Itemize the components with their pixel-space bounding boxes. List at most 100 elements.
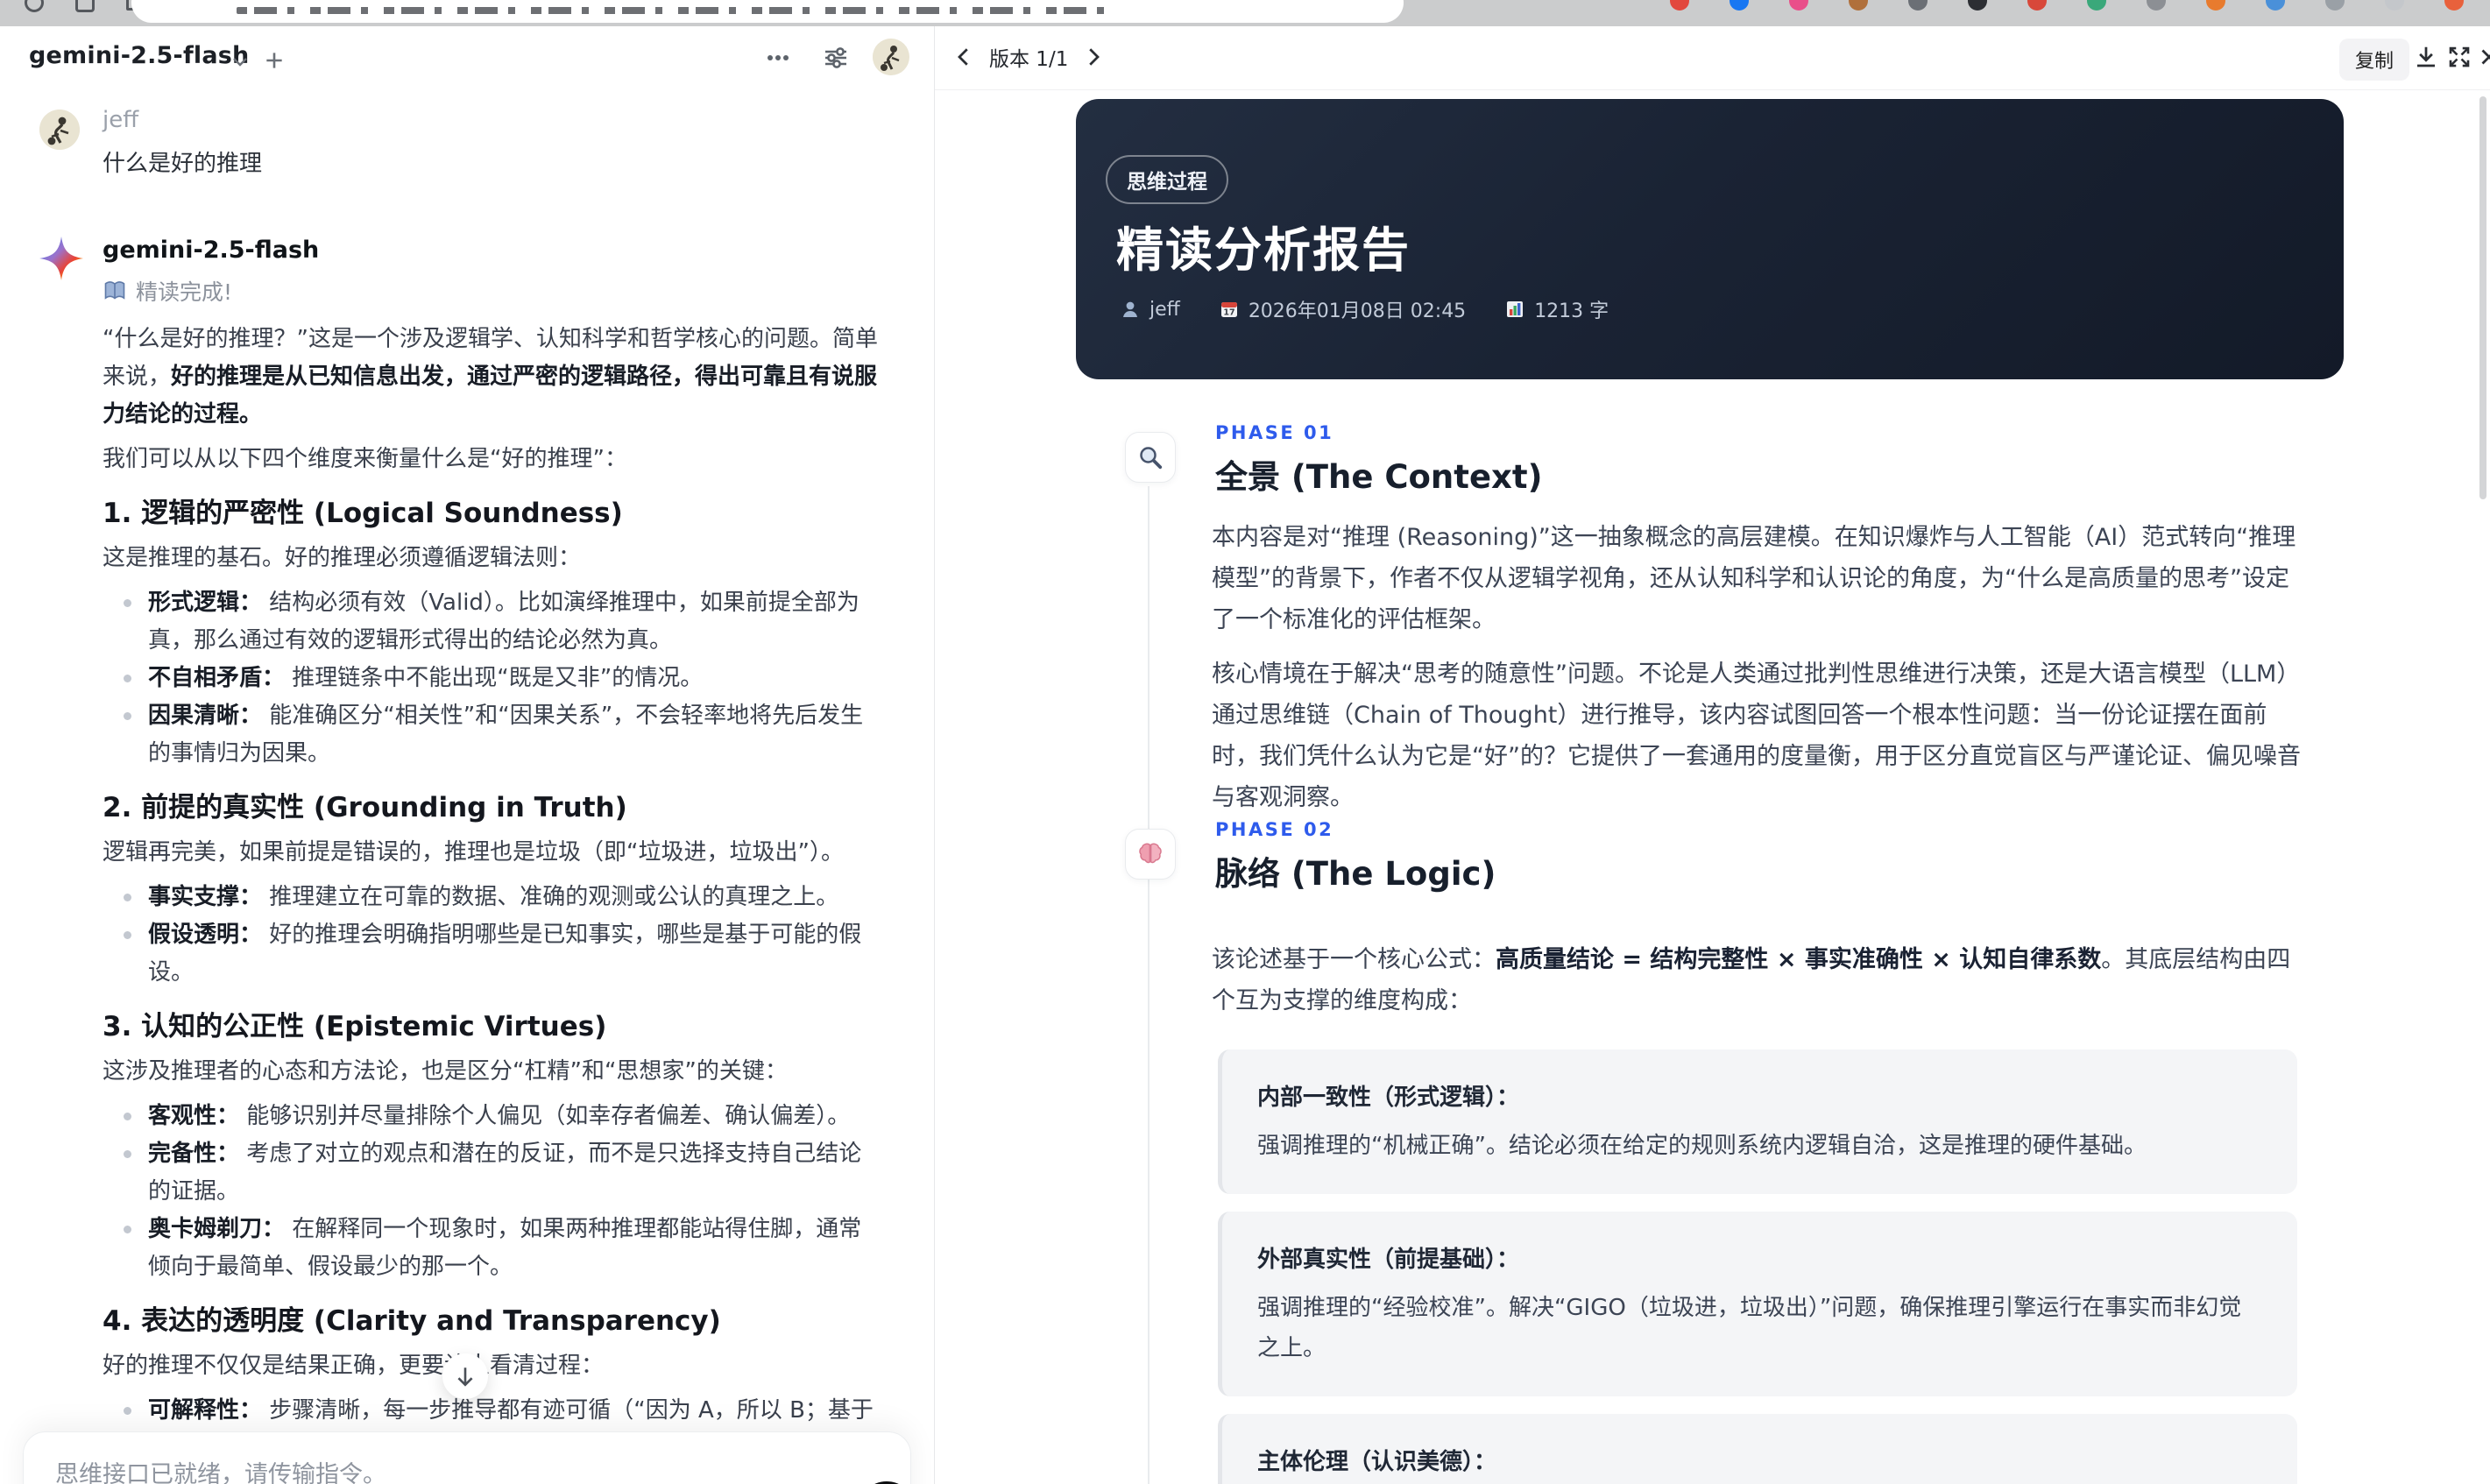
composer-placeholder[interactable]: 思维接口已就绪，请传输指令。 bbox=[55, 1455, 386, 1484]
bullet-item: 奥卡姆剃刀： 在解释同一个现象时，如果两种推理都能站得住脚，通常倾向于最简单、假… bbox=[103, 1211, 884, 1286]
chat-panel: gemini-2.5-flash jeff 什么是好的推理 gemini-2.5… bbox=[0, 26, 934, 1484]
message-paragraph: 我们可以从以下四个维度来衡量什么是“好的推理”： bbox=[103, 446, 627, 472]
version-nav: 版本 1/1 bbox=[951, 42, 1107, 72]
book-icon bbox=[104, 281, 125, 300]
bar-chart-icon bbox=[1507, 301, 1524, 317]
user-message-author: jeff bbox=[103, 107, 139, 133]
report-word-count: 1213 字 bbox=[1504, 295, 1609, 323]
extension-icon[interactable] bbox=[1789, 0, 1808, 11]
svg-text:17: 17 bbox=[1223, 308, 1234, 318]
dimension-card-title: 内部一致性（形式逻辑）： bbox=[1257, 1085, 1520, 1111]
bullet-item: 因果清晰： 能准确区分“相关性”和“因果关系”，不会轻率地将先后发生的事情归为因… bbox=[103, 697, 884, 773]
extension-icon[interactable] bbox=[2325, 0, 2345, 11]
copy-button[interactable]: 复制 bbox=[2338, 39, 2409, 81]
user-message-avatar bbox=[39, 110, 80, 150]
download-icon[interactable] bbox=[2413, 44, 2439, 70]
phase2-icon-card bbox=[1125, 829, 1176, 880]
browser-apps-icon[interactable] bbox=[75, 0, 95, 12]
report-author: jeff bbox=[1120, 299, 1180, 321]
message-paragraph: 好的推理不仅仅是结果正确，更要让人看清过程： bbox=[103, 1353, 605, 1379]
phase1-paragraph-1: 本内容是对“推理 (Reasoning)”这一抽象概念的高层建模。在知识爆炸与人… bbox=[1212, 524, 2296, 633]
section-heading: 1. 逻辑的严密性 (Logical Soundness) bbox=[103, 498, 623, 529]
user-avatar[interactable] bbox=[873, 39, 909, 75]
section-heading: 3. 认知的公正性 (Epistemic Virtues) bbox=[103, 1011, 607, 1042]
phase1-paragraph-2: 核心情境在于解决“思考的随意性”问题。不论是人类通过批判性思维进行决策，还是大语… bbox=[1212, 661, 2301, 811]
extension-icon[interactable] bbox=[2027, 0, 2047, 11]
dimension-card-title: 主体伦理（认识美德）： bbox=[1257, 1449, 1497, 1475]
browser-url-text bbox=[237, 7, 1113, 14]
new-chat-plus-icon[interactable] bbox=[263, 49, 286, 72]
dimension-card: 内部一致性（形式逻辑）： 强调推理的“机械正确”。结论必须在给定的规则系统内逻辑自… bbox=[1218, 1049, 2297, 1194]
browser-omnibox[interactable] bbox=[131, 0, 1404, 23]
calendar-icon: 17 bbox=[1220, 302, 1237, 318]
phase1-title: 全景 (The Context) bbox=[1215, 458, 1543, 496]
close-icon[interactable] bbox=[2476, 44, 2490, 70]
phase-timeline bbox=[1148, 486, 1150, 1484]
dimension-card: 外部真实性（前提基础）： 强调推理的“经验校准”。解决“GIGO（垃圾进，垃圾出）… bbox=[1218, 1212, 2297, 1396]
extension-icon[interactable] bbox=[2087, 0, 2106, 11]
dimension-cards: 内部一致性（形式逻辑）： 强调推理的“机械正确”。结论必须在给定的规则系统内逻辑自… bbox=[1218, 1049, 2297, 1484]
assistant-message-body: “什么是好的推理？”这是一个涉及逻辑学、认知科学和哲学核心的问题。简单来说，好的… bbox=[103, 321, 884, 1474]
extension-icon[interactable] bbox=[1670, 0, 1689, 11]
report-meta: jeff 17 2026年01月08日 02:45 1213 字 bbox=[1120, 295, 1609, 323]
scroll-to-bottom-button[interactable] bbox=[442, 1353, 488, 1399]
bullet-item: 形式逻辑： 结构必须有效（Valid）。比如演绎推理中，如果前提全部为真，那么通… bbox=[103, 584, 884, 660]
sliders-icon[interactable] bbox=[822, 44, 850, 72]
message-paragraph: 这涉及推理者的心态和方法论，也是区分“杠精”和“思想家”的关键： bbox=[103, 1058, 788, 1085]
bullet-item: 完备性： 考虑了对立的观点和潜在的反证，而不是只选择支持自己结论的证据。 bbox=[103, 1135, 884, 1211]
phase2-label: PHASE 02 bbox=[1215, 819, 1334, 840]
hero-badge: 思维过程 bbox=[1106, 155, 1228, 204]
bullet-item: 客观性： 能够识别并尽量排除个人偏见（如幸存者偏差、确认偏差）。 bbox=[103, 1098, 884, 1135]
assistant-status-text: 精读完成! bbox=[136, 279, 233, 305]
message-paragraph: 这是推理的基石。好的推理必须遵循逻辑法则： bbox=[103, 545, 582, 571]
dimension-card-body: 强调推理的“机械正确”。结论必须在给定的规则系统内逻辑自洽，这是推理的硬件基础。 bbox=[1257, 1133, 2147, 1159]
composer[interactable]: 思维接口已就绪，请传输指令。 bbox=[23, 1431, 916, 1484]
phase1-label: PHASE 01 bbox=[1215, 422, 1334, 443]
extension-icon[interactable] bbox=[2444, 0, 2464, 11]
brain-icon bbox=[1139, 843, 1162, 864]
dimension-card-title: 外部真实性（前提基础）： bbox=[1257, 1247, 1520, 1273]
magnifier-icon bbox=[1140, 447, 1163, 470]
assistant-name: gemini-2.5-flash bbox=[103, 237, 320, 264]
artifact-scrollbar[interactable] bbox=[2479, 96, 2486, 499]
extension-icon[interactable] bbox=[1968, 0, 1987, 11]
report-hero-card: 思维过程 精读分析报告 jeff 17 2026年01月08日 02:45 12… bbox=[1076, 99, 2344, 379]
extension-icon[interactable] bbox=[2206, 0, 2225, 11]
artifact-toolbar: 版本 1/1 复制 bbox=[935, 26, 2490, 90]
user-message-text: 什么是好的推理 bbox=[103, 151, 263, 177]
browser-extensions bbox=[1670, 0, 2464, 11]
section-heading: 4. 表达的透明度 (Clarity and Transparency) bbox=[103, 1305, 721, 1337]
phase1-icon-card bbox=[1125, 432, 1176, 483]
version-label: 版本 1/1 bbox=[989, 48, 1069, 71]
section-heading: 2. 前提的真实性 (Grounding in Truth) bbox=[103, 792, 627, 823]
chevron-down-icon[interactable] bbox=[230, 51, 251, 72]
phase2-intro: 该论述基于一个核心公式：高质量结论 = 结构完整性 × 事实准确性 × 认知自律… bbox=[1212, 946, 2291, 1014]
report-date: 17 2026年01月08日 02:45 bbox=[1219, 295, 1466, 323]
extension-icon[interactable] bbox=[1849, 0, 1868, 11]
extension-icon[interactable] bbox=[1730, 0, 1749, 11]
message-paragraph: “什么是好的推理？”这是一个涉及逻辑学、认知科学和哲学核心的问题。简单来说，好的… bbox=[103, 326, 878, 428]
phase2-title: 脉络 (The Logic) bbox=[1215, 855, 1496, 893]
browser-back-icon[interactable] bbox=[25, 0, 44, 12]
extension-icon[interactable] bbox=[1908, 0, 1928, 11]
report-title: 精读分析报告 bbox=[1116, 223, 1411, 278]
chevron-left-icon[interactable] bbox=[951, 44, 977, 70]
artifact-panel: 版本 1/1 复制 思维过程 精读分析报告 jeff 17 2026年01月08… bbox=[934, 26, 2490, 1484]
more-options-icon[interactable] bbox=[764, 44, 792, 72]
arrow-down-icon bbox=[457, 1367, 473, 1387]
chevron-right-icon[interactable] bbox=[1080, 44, 1107, 70]
gemini-star-icon bbox=[39, 237, 83, 280]
expand-icon[interactable] bbox=[2446, 44, 2472, 70]
assistant-status: 精读完成! bbox=[103, 275, 232, 307]
extension-icon[interactable] bbox=[2266, 0, 2285, 11]
extension-icon[interactable] bbox=[2385, 0, 2404, 11]
model-selector[interactable]: gemini-2.5-flash bbox=[29, 42, 249, 69]
dimension-card: 主体伦理（认识美德）：转向推理者的心理特征。引入奥卡姆剃刀和反向论证，旨在克服人… bbox=[1218, 1414, 2297, 1484]
dimension-card-body: 强调推理的“经验校准”。解决“GIGO（垃圾进，垃圾出）”问题，确保推理引擎运行… bbox=[1257, 1295, 2242, 1361]
bullet-item: 事实支撑： 推理建立在可靠的数据、准确的观测或公认的真理之上。 bbox=[103, 879, 884, 916]
browser-chrome bbox=[0, 0, 2490, 27]
extension-icon[interactable] bbox=[2147, 0, 2166, 11]
bullet-item: 不自相矛盾： 推理链条中不能出现“既是又非”的情况。 bbox=[103, 660, 884, 697]
screen: gemini-2.5-flash jeff 什么是好的推理 gemini-2.5… bbox=[0, 0, 2490, 1484]
bullet-item: 假设透明： 好的推理会明确指明哪些是已知事实，哪些是基于可能的假设。 bbox=[103, 916, 884, 992]
